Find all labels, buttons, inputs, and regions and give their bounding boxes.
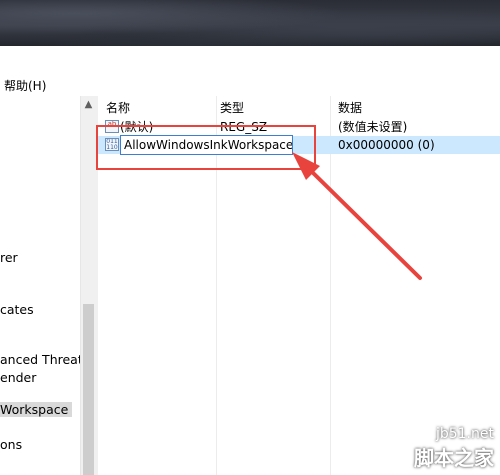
watermark-brand: 脚本之家 (414, 446, 494, 470)
annotation-arrow-icon (292, 152, 422, 280)
watermark: jb51.net 脚本之家 (414, 426, 494, 471)
watermark-site: jb51.net (435, 426, 494, 442)
